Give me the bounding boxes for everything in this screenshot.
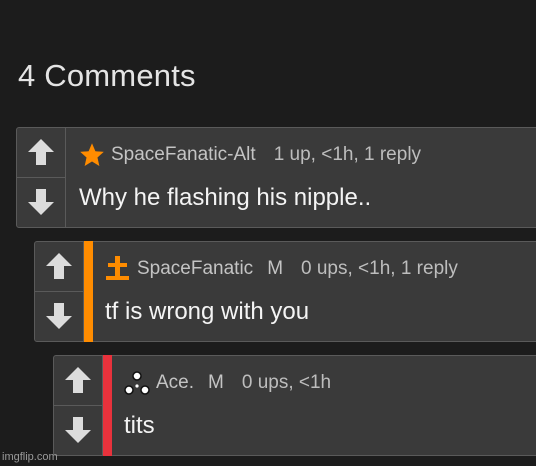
mod-badge: M <box>208 372 224 393</box>
comments-heading: 4 Comments <box>18 58 196 93</box>
comment-text: Why he flashing his nipple.. <box>79 184 372 211</box>
comment-username[interactable]: SpaceFanatic <box>137 258 253 280</box>
comment-stats: 0 ups, <1h <box>241 372 332 393</box>
arrow-down-icon <box>28 189 54 216</box>
comment-card: Ace. M 0 ups, <1h tits <box>53 355 536 456</box>
downvote-button[interactable] <box>17 178 65 228</box>
comment-text: tf is wrong with you <box>105 298 310 325</box>
vote-column <box>35 242 84 341</box>
downvote-button[interactable] <box>54 406 102 456</box>
downvote-button[interactable] <box>35 292 83 342</box>
upvote-button[interactable] <box>17 128 65 178</box>
vote-column <box>54 356 103 455</box>
comment-stats: 0 ups, <1h, 1 reply <box>301 258 458 279</box>
arrow-up-icon <box>28 139 54 166</box>
mod-badge: M <box>267 258 284 279</box>
thread-accent-bar <box>84 241 93 342</box>
comment-card: SpaceFanatic-Alt 1 up, <1h, 1 reply Why … <box>16 127 536 228</box>
arrow-down-icon <box>46 303 72 330</box>
upvote-button[interactable] <box>54 356 102 406</box>
thread-accent-bar <box>103 355 112 456</box>
vote-column <box>17 128 66 227</box>
comment-username[interactable]: SpaceFanatic-Alt <box>111 144 256 166</box>
comment-text: tits <box>124 412 155 439</box>
comment-meta: SpaceFanatic-Alt 1 up, <1h, 1 reply <box>77 140 421 170</box>
star-icon <box>77 140 107 170</box>
comment-body: SpaceFanatic M 0 ups, <1h, 1 reply tf is… <box>103 242 536 341</box>
arrow-down-icon <box>65 417 91 444</box>
comment-body: Ace. M 0 ups, <1h tits <box>122 356 536 455</box>
arrow-up-icon <box>46 253 72 280</box>
comment-stats: 1 up, <1h, 1 reply <box>273 144 422 165</box>
triangle-dots-icon <box>122 368 152 398</box>
comment-meta: Ace. M 0 ups, <1h <box>122 368 331 398</box>
watermark: imgflip.com <box>2 451 58 463</box>
upvote-button[interactable] <box>35 242 83 292</box>
mod-cross-icon <box>103 254 133 284</box>
comment-body: SpaceFanatic-Alt 1 up, <1h, 1 reply Why … <box>77 128 536 227</box>
comment-meta: SpaceFanatic M 0 ups, <1h, 1 reply <box>103 254 458 284</box>
comment-username[interactable]: Ace. <box>156 372 194 394</box>
arrow-up-icon <box>65 367 91 394</box>
comment-card: SpaceFanatic M 0 ups, <1h, 1 reply tf is… <box>34 241 536 342</box>
